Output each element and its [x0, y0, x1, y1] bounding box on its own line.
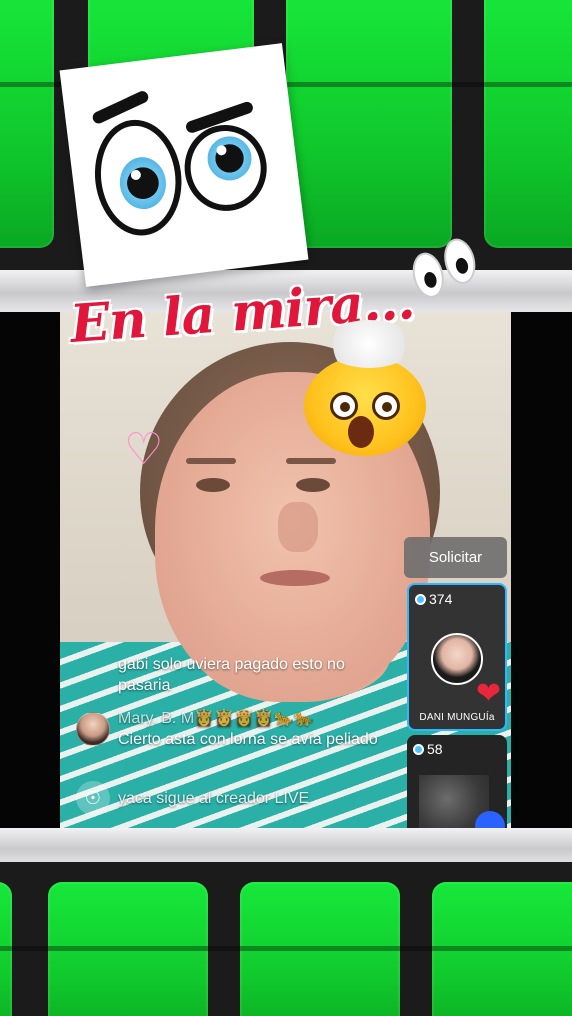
frame-left [0, 312, 60, 828]
comment-1-text: gabi solo uviera pagado esto no pasaria [118, 656, 345, 694]
heart-icon: ❤ [475, 677, 501, 710]
guest-2-score: 58 [413, 741, 443, 757]
diamond-icon [413, 744, 424, 755]
comment-2-user[interactable]: Mary. B. M👸👸👸👸🐆🐆 [118, 708, 388, 729]
frame-right [511, 312, 572, 828]
cartoon-eyes-sticker [59, 43, 309, 287]
diamond-icon [415, 594, 426, 605]
follow-user-icon: ☉ [76, 781, 110, 815]
left-brow [186, 458, 236, 464]
exploding-head-icon [300, 320, 432, 458]
comment-1: gabi solo uviera pagado esto no pasaria [118, 654, 388, 696]
cartoon-eye-left-icon [88, 114, 188, 241]
background-strip-bottom [0, 862, 572, 1016]
right-brow [286, 458, 336, 464]
film-bar-bottom [0, 828, 572, 866]
commenter-avatar[interactable] [76, 712, 110, 746]
pink-heart-icon: ♡ [124, 424, 164, 475]
guest-card-2[interactable]: 58 [407, 735, 507, 835]
cartoon-eye-right-icon [179, 120, 272, 216]
request-join-button[interactable]: Solicitar [404, 537, 507, 578]
guest-card-1[interactable]: 374 ❤ DANI MUNGUÍa [407, 583, 507, 731]
follow-event: yaca sigue al creador LIVE [118, 790, 310, 807]
right-eye [296, 478, 330, 492]
guest-1-name: DANI MUNGUÍa [419, 712, 495, 723]
streamer-mouth [260, 570, 330, 586]
guest-1-score: 374 [415, 591, 452, 607]
left-eye [196, 478, 230, 492]
streamer-nose [278, 502, 318, 552]
comment-2: Mary. B. M👸👸👸👸🐆🐆 Cierto asta con lorna s… [118, 708, 388, 750]
comment-2-text: Cierto asta con lorna se avía peliado [118, 731, 378, 748]
